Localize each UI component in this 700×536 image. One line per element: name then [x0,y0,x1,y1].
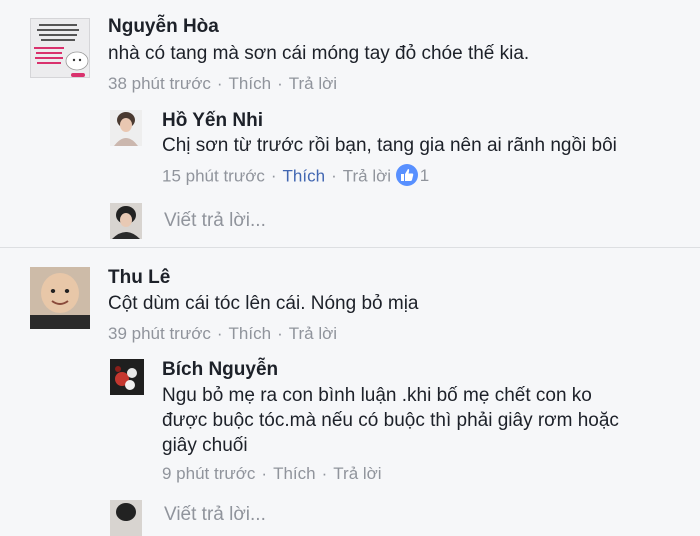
avatar[interactable] [110,110,142,146]
comment-text: Cột dùm cái tóc lên cái. Nóng bỏ mịa [108,293,419,314]
avatar-image [110,203,142,239]
comment-author[interactable]: Thu Lê [108,267,170,289]
reply-author[interactable]: Bích Nguyễn [162,359,278,381]
reply-button[interactable]: Trả lời [289,324,337,343]
reply-input[interactable]: Viết trả lời... [164,210,266,232]
reply-button[interactable]: Trả lời [333,464,381,483]
reply-author[interactable]: Hồ Yến Nhi [162,110,263,132]
reply-meta: 15 phút trước · Thích · Trả lời 1 [162,164,430,188]
avatar-image [110,359,144,395]
avatar-image [110,110,142,146]
like-reaction-icon[interactable] [395,164,418,186]
like-button[interactable]: Thích [273,464,316,483]
reply-time[interactable]: 9 phút trước [162,464,255,483]
reply-time[interactable]: 15 phút trước [162,166,265,185]
avatar-image [31,19,89,77]
comment-time[interactable]: 39 phút trước [108,324,211,343]
reply-button[interactable]: Trả lời [343,166,391,185]
reaction-count: 1 [419,166,430,186]
reply-button[interactable]: Trả lời [289,74,337,93]
avatar[interactable] [110,359,144,395]
current-user-avatar [110,203,142,239]
comment-author[interactable]: Nguyễn Hòa [108,16,219,38]
avatar[interactable] [30,18,90,78]
reply-text-line: Ngu bỏ mẹ ra con bình luận .khi bố mẹ ch… [162,385,592,406]
reply-text: Chị sơn từ trước rồi bạn, tang gia nên a… [162,135,617,156]
reply-text-line: giây chuối [162,435,248,456]
avatar-image [30,267,90,329]
comment-meta: 39 phút trước · Thích · Trả lời [108,324,338,343]
comment-text: nhà có tang mà sơn cái móng tay đỏ chóe … [108,43,530,64]
comment-time[interactable]: 38 phút trước [108,74,211,93]
like-button[interactable]: Thích [283,166,326,185]
reply-text-line: được buộc tóc.mà nếu có buộc thì phải gi… [162,410,619,431]
avatar-image [110,500,142,536]
avatar[interactable] [30,267,90,329]
comment-meta: 38 phút trước · Thích · Trả lời [108,74,338,93]
divider [0,247,700,248]
reply-meta: 9 phút trước · Thích · Trả lời [162,464,382,483]
like-button[interactable]: Thích [229,74,272,93]
like-button[interactable]: Thích [229,324,272,343]
reply-input[interactable]: Viết trả lời... [164,504,266,526]
current-user-avatar [110,500,142,536]
